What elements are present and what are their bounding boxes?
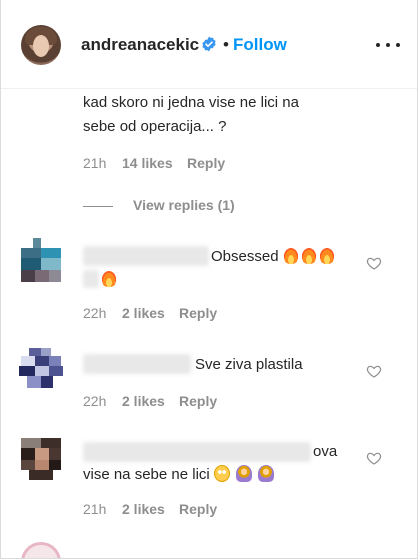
comment-text: sebe od operacija... ? — [83, 118, 227, 135]
eye-roll-emoji-icon — [213, 465, 230, 482]
more-options-icon[interactable] — [373, 36, 403, 54]
blurred-username — [83, 354, 191, 374]
avatar[interactable] — [19, 348, 63, 388]
username[interactable]: andreanacekic — [81, 35, 199, 55]
blurred-mention — [83, 246, 209, 266]
post-header: andreanacekic • Follow — [1, 0, 417, 89]
fire-emoji-icon — [282, 247, 299, 264]
comment-likes[interactable]: 2 likes — [122, 305, 165, 321]
comment-time: 22h — [83, 393, 107, 409]
comment-likes[interactable]: 2 likes — [122, 393, 165, 409]
comments-panel: andreanacekic • Follow kad skoro ni jedn… — [0, 0, 418, 559]
follow-button[interactable]: Follow — [233, 35, 287, 55]
comment-text: vise na sebe ne lici — [83, 464, 276, 485]
comment-likes[interactable]: 2 likes — [122, 501, 165, 517]
reply-button[interactable]: Reply — [179, 393, 217, 409]
like-heart-icon[interactable] — [366, 450, 382, 466]
comment-text: Obsessed — [211, 246, 337, 267]
woman-facepalming-emoji-icon — [236, 465, 253, 482]
avatar[interactable] — [21, 438, 61, 480]
verified-badge-icon — [202, 36, 216, 52]
view-replies-divider — [83, 206, 113, 207]
like-heart-icon[interactable] — [366, 255, 382, 271]
woman-facepalming-emoji-icon — [258, 465, 275, 482]
comment-likes[interactable]: 14 likes — [122, 155, 173, 171]
view-replies-button[interactable]: View replies (1) — [133, 197, 235, 213]
avatar[interactable] — [21, 542, 61, 558]
blurred-mention — [83, 442, 311, 462]
reply-button[interactable]: Reply — [179, 501, 217, 517]
comment-text: kad skoro ni jedna vise ne lici na — [83, 94, 299, 111]
comment-text: ova — [313, 443, 338, 460]
like-heart-icon[interactable] — [366, 363, 382, 379]
comment-text: Sve ziva plastila — [195, 356, 303, 373]
reply-button[interactable]: Reply — [179, 305, 217, 321]
comment-time: 22h — [83, 305, 107, 321]
fire-emoji-icon — [101, 270, 117, 287]
reply-button[interactable]: Reply — [187, 155, 225, 171]
fire-emoji-icon — [318, 247, 335, 264]
comment-time: 21h — [83, 155, 107, 171]
avatar[interactable] — [21, 238, 61, 282]
avatar[interactable] — [21, 25, 61, 65]
blurred-mention — [83, 270, 99, 288]
separator: • — [223, 35, 229, 54]
fire-emoji-icon — [300, 247, 317, 264]
comment-time: 21h — [83, 501, 107, 517]
